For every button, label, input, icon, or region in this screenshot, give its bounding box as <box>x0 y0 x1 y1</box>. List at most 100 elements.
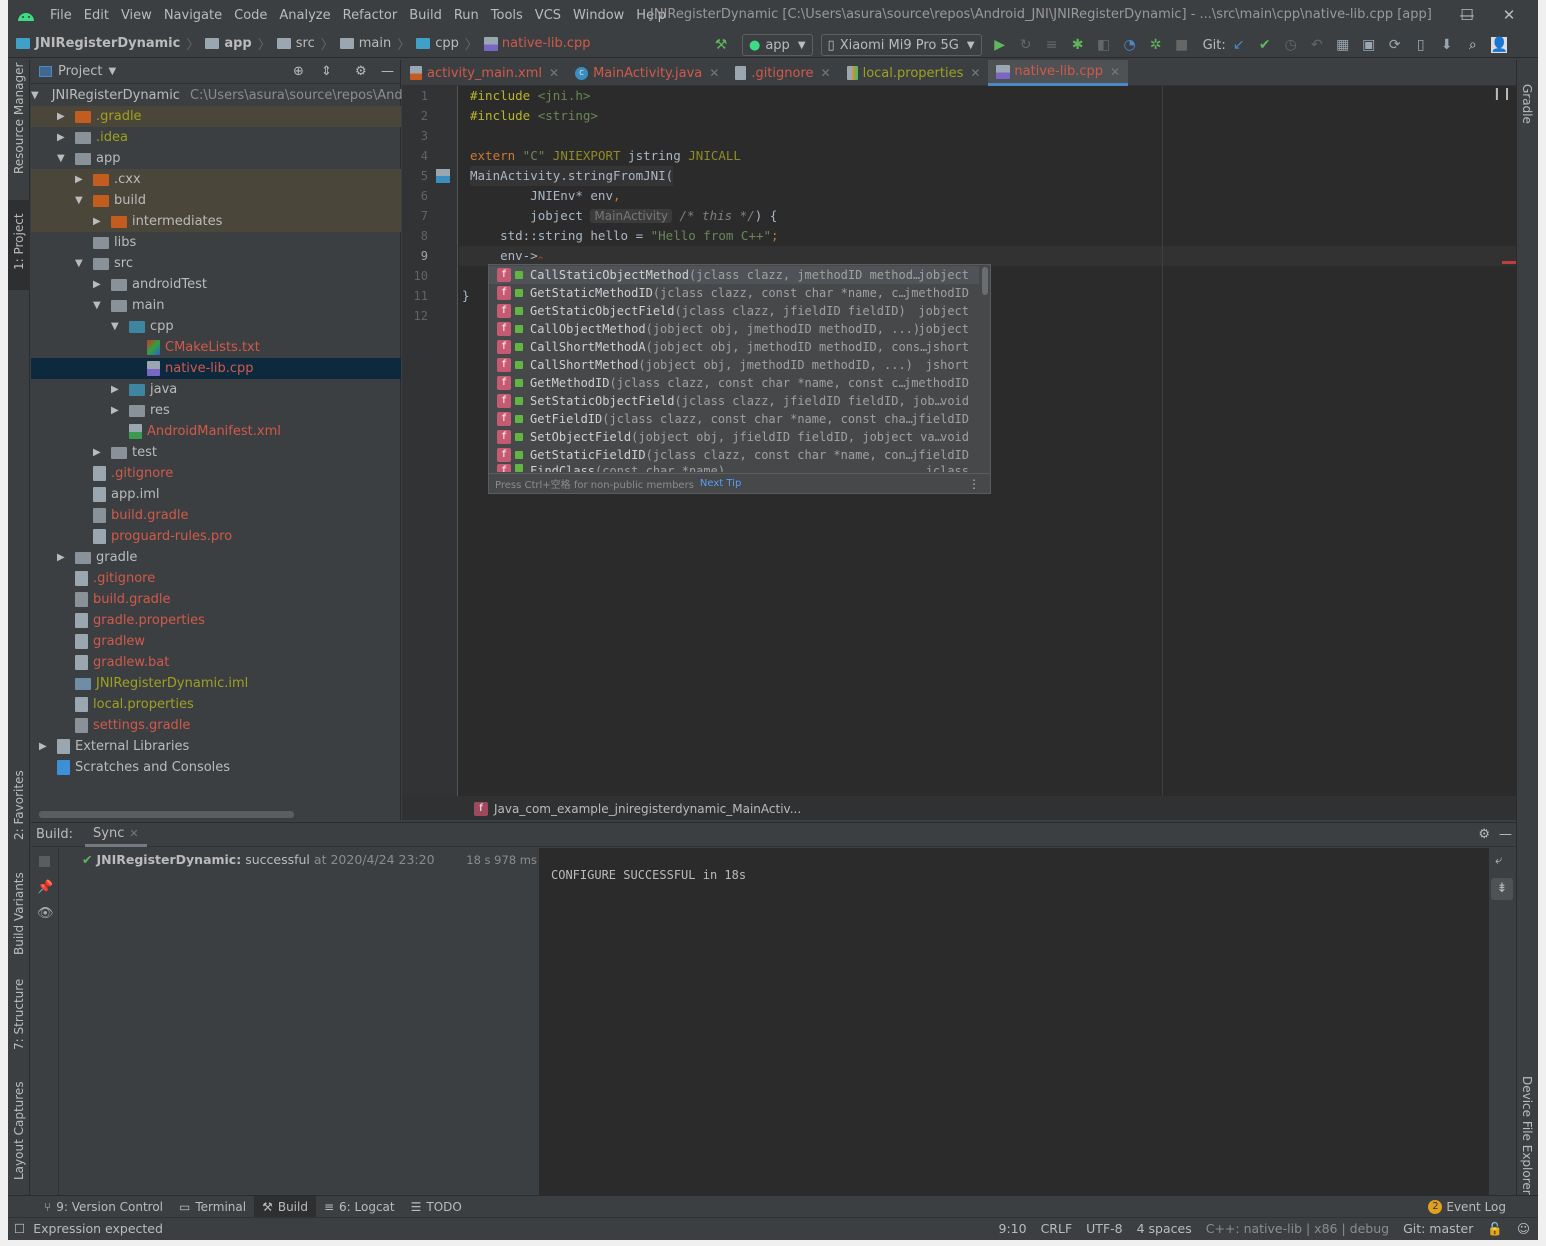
run-icon[interactable]: ▶ <box>992 37 1008 53</box>
tree-item[interactable]: .gitignore <box>31 463 401 484</box>
file-encoding[interactable]: UTF-8 <box>1086 1221 1122 1236</box>
tab-mainactivity-java[interactable]: c MainActivity.java ✕ <box>567 60 727 86</box>
next-tip-link[interactable]: Next Tip <box>700 478 741 489</box>
completion-item[interactable]: f GetMethodID (jclass clazz, const char *n… <box>489 374 979 392</box>
git-rollback-icon[interactable]: ↶ <box>1309 37 1325 53</box>
collapsed-arrow-icon[interactable]: ▶ <box>111 405 121 416</box>
lock-icon[interactable]: 🔓 <box>1487 1221 1503 1237</box>
breadcrumb-project[interactable]: JNIRegisterDynamic <box>35 36 180 51</box>
tree-item[interactable]: ▶ java <box>31 379 401 400</box>
editor-breadcrumb-function[interactable]: Java_com_example_jniregisterdynamic_Main… <box>494 802 801 816</box>
completion-item[interactable]: f FindClass (const char *name) jclass <box>489 464 979 472</box>
caret-position[interactable]: 9:10 <box>999 1221 1027 1236</box>
make-project-hammer-icon[interactable]: ⚒ <box>713 37 729 53</box>
tree-item[interactable]: CMakeLists.txt <box>31 337 401 358</box>
maximize-button[interactable]: ☐ <box>1452 4 1482 26</box>
gradle-tab[interactable]: Gradle <box>1517 68 1538 128</box>
completion-item[interactable]: f GetFieldID (jclass clazz, const char *na… <box>489 410 979 428</box>
error-stripe-mark[interactable] <box>1502 261 1516 264</box>
build-result-row[interactable]: ✔ JNIRegisterDynamic: successful at 2020… <box>82 852 435 867</box>
tree-item[interactable]: gradle.properties <box>31 610 401 631</box>
breadcrumb-main[interactable]: main <box>359 36 391 51</box>
tab-logcat[interactable]: ≡ 6: Logcat <box>316 1196 403 1218</box>
line-separator[interactable]: CRLF <box>1041 1221 1073 1236</box>
tree-item[interactable]: app.iml <box>31 484 401 505</box>
eye-icon[interactable]: 👁 <box>37 906 54 921</box>
completion-item[interactable]: f GetStaticMethodID (jclass clazz, const c… <box>489 284 979 302</box>
project-view-select[interactable]: Project <box>58 64 102 79</box>
inspection-status-icon[interactable]: ❙❙ <box>1492 86 1512 100</box>
horizontal-scrollbar[interactable] <box>39 811 294 818</box>
menu-view[interactable]: View <box>121 8 152 23</box>
hide-panel-icon[interactable]: — <box>1499 827 1512 842</box>
soft-wrap-icon[interactable]: ⤶ <box>1495 853 1502 868</box>
completion-item[interactable]: f GetStaticFieldID (jclass clazz, const ch… <box>489 446 979 464</box>
menu-vcs[interactable]: VCS <box>535 8 561 23</box>
close-tab-icon[interactable]: ✕ <box>821 66 831 80</box>
tree-item[interactable]: ▶ gradle <box>31 547 401 568</box>
git-commit-icon[interactable]: ✔ <box>1257 37 1273 53</box>
resource-manager-tab[interactable]: Resource Manager <box>8 63 30 179</box>
profile-icon[interactable]: ◔ <box>1122 37 1138 53</box>
apply-changes-icon[interactable]: ↻ <box>1018 37 1034 53</box>
tree-item[interactable]: ▶ intermediates <box>31 211 401 232</box>
build-console[interactable]: CONFIGURE SUCCESSFUL in 18s <box>539 848 1489 1195</box>
tree-item[interactable]: gradlew <box>31 631 401 652</box>
completion-item[interactable]: f SetStaticObjectField (jclass clazz, jfie… <box>489 392 979 410</box>
completion-item[interactable]: f CallStaticObjectMethod (jclass clazz, jm… <box>489 266 979 284</box>
avd-manager-icon[interactable]: ▯ <box>1413 37 1429 53</box>
completion-item[interactable]: f GetStaticObjectField (jclass clazz, jfie… <box>489 302 979 320</box>
git-history-icon[interactable]: ◷ <box>1283 37 1299 53</box>
menu-edit[interactable]: Edit <box>84 8 109 23</box>
breadcrumb-src[interactable]: src <box>296 36 315 51</box>
menu-build[interactable]: Build <box>409 8 442 23</box>
close-button[interactable]: ✕ <box>1494 4 1524 26</box>
close-tab-icon[interactable]: ✕ <box>549 66 559 80</box>
completion-scrollbar[interactable] <box>982 267 988 295</box>
project-tab[interactable]: 1: Project <box>8 200 30 290</box>
project-structure-icon[interactable]: ▦ <box>1335 37 1351 53</box>
breadcrumb-app[interactable]: app <box>224 36 251 51</box>
tree-item[interactable]: JNIRegisterDynamic.iml <box>31 673 401 694</box>
attach-debugger-icon[interactable]: ◧ <box>1096 37 1112 53</box>
tree-item[interactable]: ▼ app <box>31 148 401 169</box>
layout-captures-tab[interactable]: Layout Captures <box>8 1075 30 1185</box>
tree-item[interactable]: native-lib.cpp <box>31 358 401 379</box>
collapsed-arrow-icon[interactable]: ▶ <box>57 132 67 143</box>
completion-item[interactable]: f CallObjectMethod (jobject obj, jmethodID… <box>489 320 979 338</box>
close-tab-icon[interactable]: ✕ <box>1110 65 1120 79</box>
collapsed-arrow-icon[interactable]: ▶ <box>75 174 85 185</box>
tab-version-control[interactable]: ⑂ 9: Version Control <box>36 1196 171 1218</box>
tree-item[interactable]: local.properties <box>31 694 401 715</box>
menu-analyze[interactable]: Analyze <box>279 8 330 23</box>
gear-icon[interactable]: ⚙ <box>355 64 367 79</box>
tree-item[interactable]: ▶ res <box>31 400 401 421</box>
sync-gradle-icon[interactable]: ⟳ <box>1387 37 1403 53</box>
menu-file[interactable]: File <box>50 8 72 23</box>
favorites-tab[interactable]: 2: Favorites <box>8 760 30 845</box>
completion-item[interactable]: f CallShortMethodA (jobject obj, jmethodID… <box>489 338 979 356</box>
hide-panel-icon[interactable]: — <box>381 64 394 79</box>
breadcrumb-native-lib[interactable]: native-lib.cpp <box>502 36 591 51</box>
tree-item[interactable]: build.gradle <box>31 589 401 610</box>
tree-item[interactable]: ▼ main <box>31 295 401 316</box>
expanded-arrow-icon[interactable]: ▼ <box>111 321 121 332</box>
collapsed-arrow-icon[interactable]: ▶ <box>57 111 67 122</box>
menu-tools[interactable]: Tools <box>491 8 523 23</box>
collapsed-arrow-icon[interactable]: ▶ <box>93 216 103 227</box>
attach-process-icon[interactable]: ✲ <box>1148 37 1164 53</box>
tree-item[interactable]: ▼ JNIRegisterDynamic C:\Users\asura\source… <box>31 85 416 106</box>
tree-item[interactable]: ▼ src <box>31 253 401 274</box>
sdk-manager-icon[interactable]: ⬇ <box>1439 37 1455 53</box>
tab-local-properties[interactable]: local.properties ✕ <box>839 60 989 86</box>
tab-build[interactable]: ⚒ Build <box>254 1195 316 1218</box>
chevron-down-icon[interactable]: ▼ <box>108 66 116 77</box>
collapse-all-icon[interactable]: ⇕ <box>321 64 332 79</box>
menu-refactor[interactable]: Refactor <box>343 8 398 23</box>
user-avatar-icon[interactable]: 👤 <box>1490 37 1508 53</box>
close-tab-icon[interactable]: ✕ <box>970 66 980 80</box>
git-update-icon[interactable]: ↙ <box>1231 37 1247 53</box>
completion-item[interactable]: f SetObjectField (jobject obj, jfieldID fi… <box>489 428 979 446</box>
tree-item[interactable]: ▶ test <box>31 442 401 463</box>
search-icon[interactable]: ⌕ <box>1465 37 1481 53</box>
